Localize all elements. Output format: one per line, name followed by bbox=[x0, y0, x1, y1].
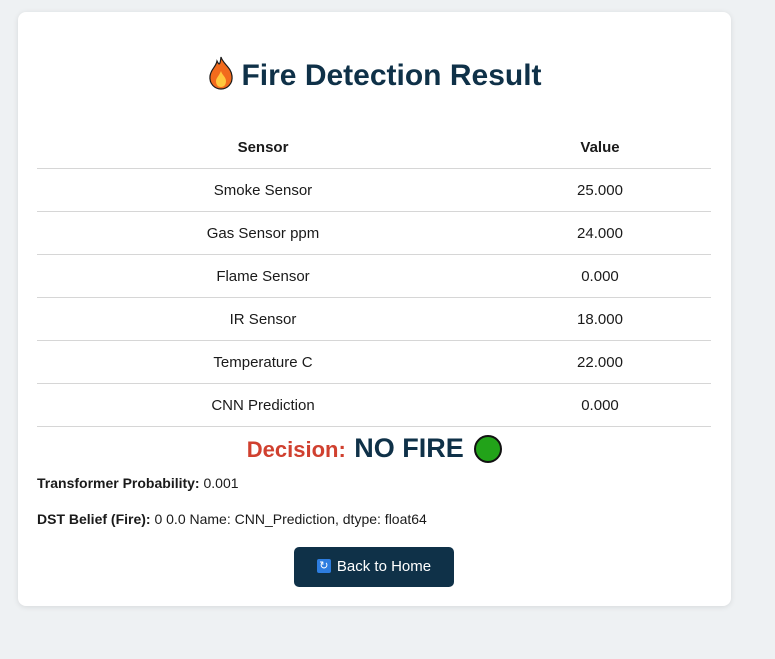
sensor-table: Sensor Value Smoke Sensor 25.000 Gas Sen… bbox=[37, 126, 711, 427]
sensor-value-cell: 0.000 bbox=[489, 254, 711, 298]
column-header-value: Value bbox=[489, 126, 711, 169]
refresh-icon bbox=[316, 546, 331, 586]
result-card: Fire Detection Result Sensor Value Smoke… bbox=[18, 12, 731, 606]
table-row: Temperature C 22.000 bbox=[37, 340, 711, 384]
sensor-name-cell: Gas Sensor ppm bbox=[37, 211, 489, 255]
sensor-name-cell: Temperature C bbox=[37, 340, 489, 384]
sensor-value-cell: 22.000 bbox=[489, 340, 711, 384]
sensor-value-cell: 18.000 bbox=[489, 297, 711, 341]
fire-icon bbox=[207, 56, 235, 99]
table-row: CNN Prediction 0.000 bbox=[37, 383, 711, 427]
dst-belief-value: 0 0.0 Name: CNN_Prediction, dtype: float… bbox=[154, 511, 427, 527]
table-row: Flame Sensor 0.000 bbox=[37, 254, 711, 298]
status-indicator-icon bbox=[474, 435, 503, 463]
sensor-value-cell: 0.000 bbox=[489, 383, 711, 427]
back-to-home-label: Back to Home bbox=[336, 558, 432, 575]
table-row: Smoke Sensor 25.000 bbox=[37, 168, 711, 212]
sensor-name-cell: Flame Sensor bbox=[37, 254, 489, 298]
page-title-text: Fire Detection Result bbox=[241, 59, 542, 92]
table-header-row: Sensor Value bbox=[37, 126, 711, 169]
sensor-value-cell: 25.000 bbox=[489, 168, 711, 212]
decision-label: Decision: bbox=[246, 437, 346, 462]
back-to-home-button[interactable]: Back to Home bbox=[294, 546, 454, 587]
decision-value: NO FIRE bbox=[354, 433, 464, 463]
sensor-name-cell: CNN Prediction bbox=[37, 383, 489, 427]
sensor-name-cell: IR Sensor bbox=[37, 297, 489, 341]
page-title: Fire Detection Result bbox=[18, 56, 731, 99]
transformer-probability: Transformer Probability: 0.001 bbox=[37, 475, 239, 491]
sensor-value-cell: 24.000 bbox=[489, 211, 711, 255]
table-row: Gas Sensor ppm 24.000 bbox=[37, 211, 711, 255]
dst-belief-label: DST Belief (Fire): bbox=[37, 511, 151, 527]
sensor-name-cell: Smoke Sensor bbox=[37, 168, 489, 212]
transformer-probability-label: Transformer Probability: bbox=[37, 475, 200, 491]
dst-belief: DST Belief (Fire): 0 0.0 Name: CNN_Predi… bbox=[37, 511, 427, 527]
decision-line: Decision: NO FIRE bbox=[18, 432, 731, 469]
column-header-sensor: Sensor bbox=[37, 126, 489, 169]
transformer-probability-value: 0.001 bbox=[203, 475, 239, 491]
table-row: IR Sensor 18.000 bbox=[37, 297, 711, 341]
